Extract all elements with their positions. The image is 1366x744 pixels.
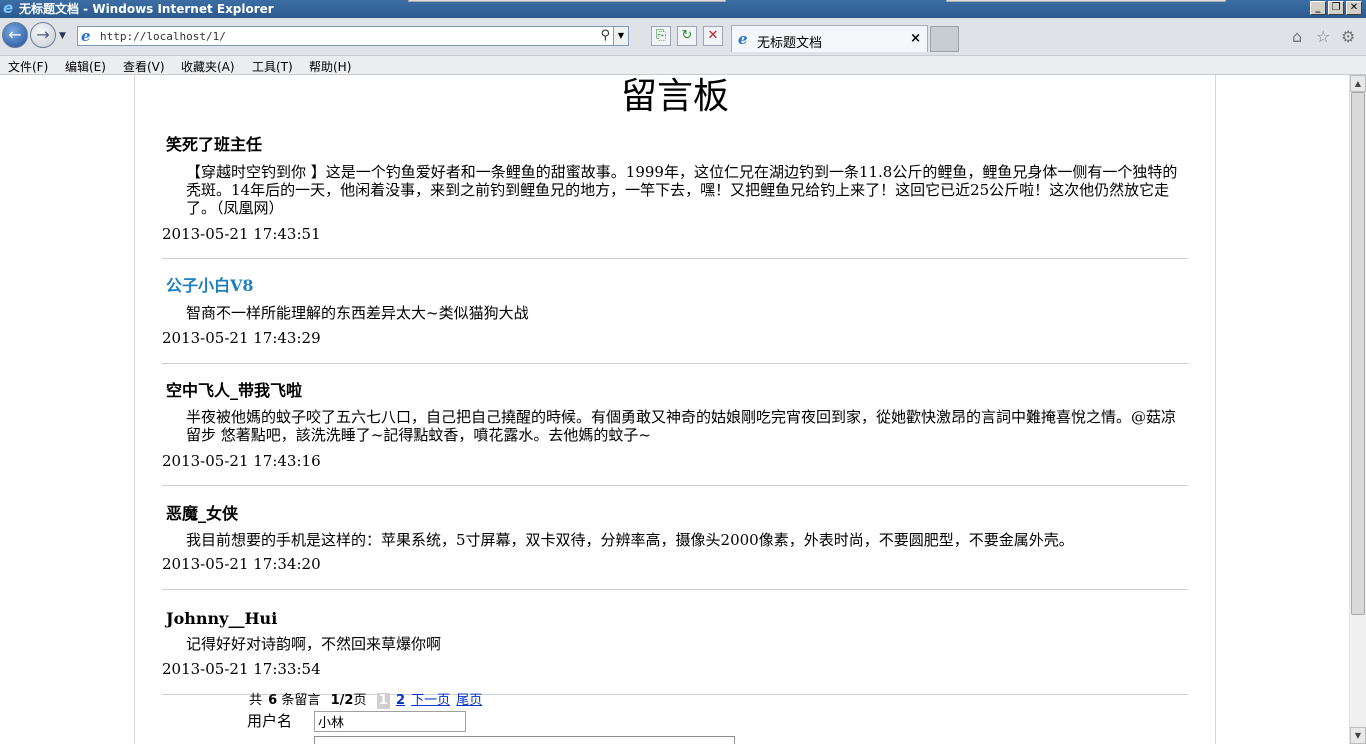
pagination: 共 6 条留言 1/2页 1 2 下一页 尾页	[249, 693, 484, 709]
menu-edit[interactable]: 编辑(E)	[65, 58, 106, 75]
tab-active[interactable]: e 无标题文档 ×	[731, 25, 928, 52]
minimize-button[interactable]: _	[1310, 1, 1326, 15]
menu-view[interactable]: 查看(V)	[123, 58, 165, 75]
titlebar-search-edge	[408, 0, 726, 2]
search-icon[interactable]: ⚲	[600, 27, 610, 45]
message-content: 半夜被他媽的蚊子咬了五六七八口，自己把自己撓醒的時候。有個勇敢又神奇的姑娘剛吃完…	[186, 408, 1177, 444]
address-dropdown-icon[interactable]: ▼	[613, 27, 628, 45]
pager-current-page: 1	[376, 693, 390, 709]
message-textarea[interactable]	[314, 736, 735, 744]
compatibility-view-icon[interactable]: ⎘	[651, 26, 671, 46]
message-author: 空中飞人_带我飞啦	[166, 381, 303, 400]
back-arrow-icon[interactable]: ←	[2, 22, 28, 48]
menu-bar: 文件(F) 编辑(E) 查看(V) 收藏夹(A) 工具(T) 帮助(H)	[0, 55, 1366, 75]
username-input[interactable]	[314, 711, 466, 732]
menu-file[interactable]: 文件(F)	[8, 58, 48, 75]
close-window-button[interactable]: ✕	[1346, 1, 1362, 15]
new-tab-button[interactable]	[930, 26, 959, 52]
scroll-thumb[interactable]	[1351, 92, 1365, 615]
page-viewport: 留言板 笑死了班主任 【穿越时空钓到你 】这是一个钓鱼爱好者和一条鲤鱼的甜蜜故事…	[0, 75, 1349, 744]
message-time: 2013-05-21 17:43:16	[162, 452, 321, 470]
pager-page-info: 1/2	[330, 693, 354, 708]
message-content: 记得好好对诗韵啊，不然回来草爆你啊	[186, 635, 442, 653]
message-author: 恶魔_女侠	[166, 504, 239, 523]
restore-button[interactable]: ❐	[1328, 1, 1344, 15]
home-icon[interactable]: ⌂	[1292, 27, 1302, 46]
message-divider	[162, 363, 1188, 364]
pager-last-link[interactable]: 尾页	[456, 693, 482, 708]
window-controls: _ ❐ ✕	[1310, 1, 1362, 15]
vertical-scrollbar[interactable]: ▲ ▼	[1349, 75, 1366, 744]
page-title: 留言板	[620, 76, 729, 117]
message-content: 【穿越时空钓到你 】这是一个钓鱼爱好者和一条鲤鱼的甜蜜故事。1999年，这位仁兄…	[186, 163, 1178, 217]
username-label: 用户名	[247, 712, 293, 730]
message-content: 智商不一样所能理解的东西差异太大~类似猫狗大战	[186, 304, 529, 322]
guestbook-page: 留言板 笑死了班主任 【穿越时空钓到你 】这是一个钓鱼爱好者和一条鲤鱼的甜蜜故事…	[134, 75, 1216, 744]
recent-pages-dropdown-icon[interactable]: ▼	[59, 31, 66, 41]
gear-icon[interactable]: ⚙	[1341, 27, 1355, 46]
page-favicon-icon: e	[81, 27, 91, 45]
pager-total-count: 6	[268, 693, 278, 708]
favorites-star-icon[interactable]: ☆	[1316, 27, 1330, 46]
message-author: 公子小白V8	[166, 276, 254, 295]
message-time: 2013-05-21 17:34:20	[162, 555, 321, 573]
message-divider	[162, 485, 1188, 486]
address-bar[interactable]: e ⚲ ▼	[77, 26, 629, 46]
menu-favorites[interactable]: 收藏夹(A)	[181, 58, 235, 75]
ie-logo-icon: e	[3, 0, 14, 17]
pager-total-prefix: 共	[249, 693, 263, 708]
refresh-icon[interactable]: ↻	[677, 26, 697, 46]
navigation-bar: ← → ▼ e ⚲ ▼ ⎘ ↻ ✕ e 无标题文档 × ⌂ ☆ ⚙	[0, 18, 1366, 55]
message-time: 2013-05-21 17:33:54	[162, 660, 321, 678]
titlebar-search-edge-2	[946, 0, 1226, 2]
stop-icon[interactable]: ✕	[703, 26, 723, 46]
tab-favicon-icon: e	[738, 30, 748, 48]
message-author: Johnny__Hui	[166, 609, 278, 628]
message-divider	[162, 589, 1188, 590]
message-time: 2013-05-21 17:43:29	[162, 329, 321, 347]
menu-tools[interactable]: 工具(T)	[252, 58, 293, 75]
pager-total-suffix: 条留言	[281, 693, 321, 708]
tab-close-icon[interactable]: ×	[910, 31, 921, 46]
pager-page-suffix: 页	[353, 693, 367, 708]
scroll-up-arrow-icon[interactable]: ▲	[1350, 75, 1366, 92]
message-content: 我目前想要的手机是这样的：苹果系统，5寸屏幕，双卡双待，分辨率高，摄像头2000…	[186, 531, 1074, 549]
window-title: 无标题文档 - Windows Internet Explorer	[19, 2, 274, 16]
window-titlebar: e 无标题文档 - Windows Internet Explorer _ ❐ …	[0, 0, 1366, 18]
pager-page-2-link[interactable]: 2	[396, 693, 405, 708]
forward-arrow-icon[interactable]: →	[30, 22, 56, 48]
message-divider	[162, 258, 1188, 259]
tab-title: 无标题文档	[757, 36, 823, 51]
scroll-down-arrow-icon[interactable]: ▼	[1350, 727, 1366, 744]
address-input[interactable]	[100, 28, 610, 44]
pager-next-link[interactable]: 下一页	[411, 693, 450, 708]
message-author: 笑死了班主任	[166, 135, 263, 154]
menu-help[interactable]: 帮助(H)	[309, 58, 351, 75]
message-time: 2013-05-21 17:43:51	[162, 225, 321, 243]
